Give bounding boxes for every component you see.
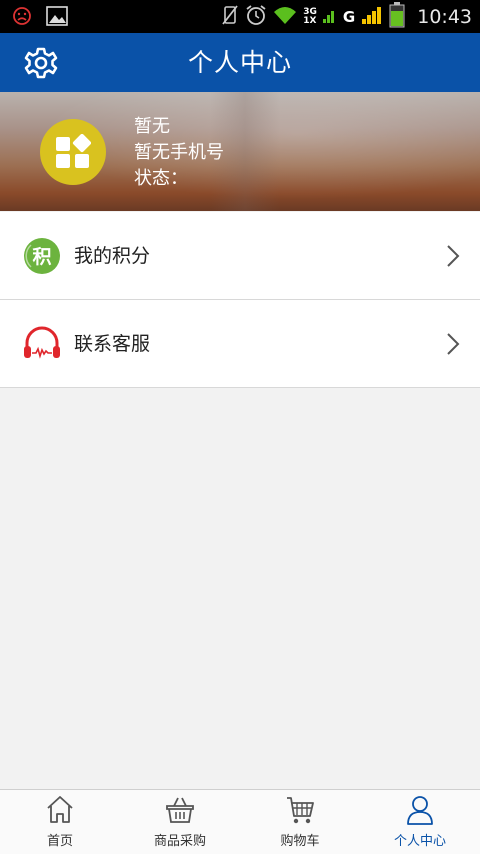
headset-icon: [23, 325, 61, 363]
carrier-letter: G: [342, 7, 356, 26]
menu-item-points[interactable]: 积 我的积分: [0, 212, 480, 300]
image-notification-icon: [46, 6, 68, 30]
battery-icon: [389, 2, 405, 32]
page-title: 个人中心: [187, 48, 292, 77]
profile-phone: 暂无手机号: [134, 142, 224, 163]
profile-name: 暂无: [134, 116, 170, 137]
basket-icon: [166, 797, 194, 823]
vibrate-off-icon: [221, 4, 239, 30]
alarm-icon: [245, 4, 267, 30]
network-type: 3G 1X: [303, 8, 317, 26]
tab-label: 首页: [46, 834, 73, 849]
clock: 10:43: [417, 6, 472, 28]
network-label-1x: 1X: [303, 16, 317, 26]
tab-label: 商品采购: [153, 834, 206, 849]
apps-icon: [56, 134, 91, 168]
tab-label: 个人中心: [393, 834, 446, 849]
tab-purchase[interactable]: 商品采购: [120, 790, 240, 854]
tab-profile[interactable]: 个人中心: [360, 790, 480, 854]
points-icon-text: 积: [32, 246, 51, 268]
tab-cart[interactable]: 购物车: [240, 790, 360, 854]
chevron-right-icon: [447, 245, 460, 267]
profile-info: 暂无 暂无手机号 状态：: [134, 114, 224, 192]
profile-status: 状态：: [134, 168, 188, 189]
wifi-icon: [273, 5, 297, 29]
menu-item-customer-service[interactable]: 联系客服: [0, 300, 480, 388]
menu-item-label: 联系客服: [74, 333, 151, 355]
avatar[interactable]: [40, 119, 106, 185]
tab-label: 购物车: [280, 834, 320, 849]
tab-home[interactable]: 首页: [0, 790, 120, 854]
status-bar: 3G 1X G 10:43: [0, 0, 480, 33]
chevron-right-icon: [447, 333, 460, 355]
user-icon: [407, 796, 433, 825]
signal-icon: [322, 4, 337, 30]
points-icon: 积: [23, 237, 61, 275]
signal-strength-icon: [361, 4, 383, 30]
menu-item-label: 我的积分: [74, 245, 151, 267]
bottom-tab-bar: 首页 商品采购 购物车 个人中心: [0, 789, 480, 854]
cart-icon: [287, 797, 314, 824]
home-icon: [47, 796, 73, 823]
sad-face-icon: [12, 6, 32, 30]
app-header: 个人中心: [0, 33, 480, 92]
profile-banner: 暂无 暂无手机号 状态：: [0, 92, 480, 211]
